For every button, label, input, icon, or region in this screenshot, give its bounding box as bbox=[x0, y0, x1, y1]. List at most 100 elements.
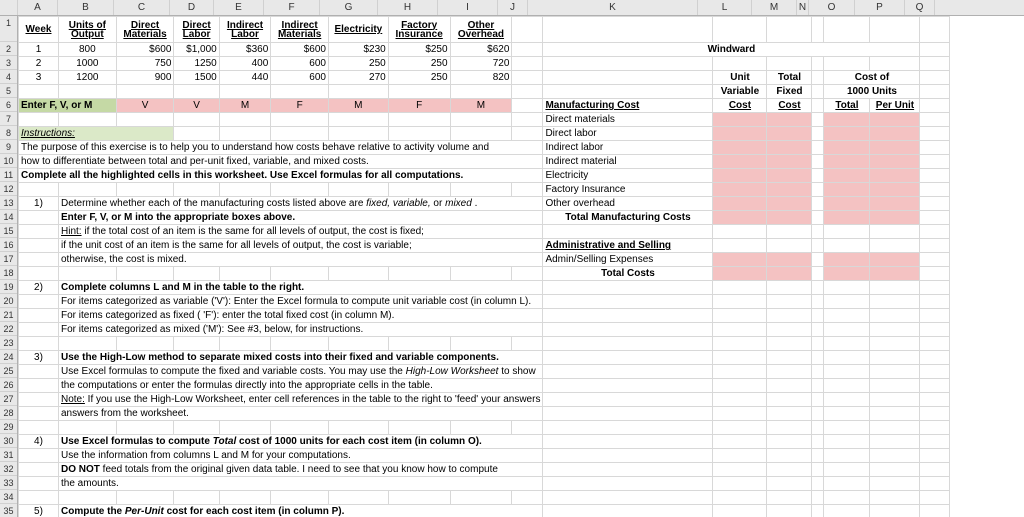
cell-J7[interactable] bbox=[512, 113, 543, 127]
cell-I7[interactable] bbox=[450, 113, 512, 127]
cell-A15[interactable] bbox=[19, 225, 59, 239]
cell-Q33[interactable] bbox=[920, 477, 950, 491]
cell-E7[interactable] bbox=[219, 113, 271, 127]
cell-A3[interactable]: 2 bbox=[19, 57, 59, 71]
row-header-3[interactable]: 3 bbox=[0, 56, 17, 70]
row-header-11[interactable]: 11 bbox=[0, 168, 17, 182]
col-header-L[interactable]: L bbox=[698, 0, 752, 15]
cell-L6[interactable]: Cost bbox=[713, 99, 767, 113]
cell-O12[interactable] bbox=[824, 183, 870, 197]
cell-L4[interactable]: Unit bbox=[713, 71, 767, 85]
cell-L3[interactable] bbox=[713, 57, 767, 71]
cell-K7[interactable]: Direct materials bbox=[543, 113, 713, 127]
cell-M9[interactable] bbox=[767, 141, 812, 155]
cell-Q3[interactable] bbox=[920, 57, 950, 71]
cell-J4[interactable] bbox=[512, 71, 543, 85]
cell-P11[interactable] bbox=[870, 169, 920, 183]
col-header-F[interactable]: F bbox=[264, 0, 320, 15]
cell-G1[interactable]: Electricity bbox=[328, 17, 388, 43]
cell-A22[interactable] bbox=[19, 323, 59, 337]
cell-K15[interactable] bbox=[543, 225, 713, 239]
cell-P10[interactable] bbox=[870, 155, 920, 169]
cell-Q10[interactable] bbox=[920, 155, 950, 169]
cell-O20[interactable] bbox=[824, 295, 870, 309]
cell-F8[interactable] bbox=[271, 127, 329, 141]
cell-A21[interactable] bbox=[19, 309, 59, 323]
cell-B23[interactable] bbox=[59, 337, 117, 351]
cell-M20[interactable] bbox=[767, 295, 812, 309]
cell-L30[interactable] bbox=[713, 435, 767, 449]
cell-A4[interactable]: 3 bbox=[19, 71, 59, 85]
cell-A16[interactable] bbox=[19, 239, 59, 253]
cell-B17[interactable]: otherwise, the cost is mixed. bbox=[59, 253, 543, 267]
cell-J18[interactable] bbox=[512, 267, 543, 281]
cell-D12[interactable] bbox=[174, 183, 219, 197]
cell-Q8[interactable] bbox=[920, 127, 950, 141]
cell-P15[interactable] bbox=[870, 225, 920, 239]
row-header-4[interactable]: 4 bbox=[0, 70, 17, 84]
cell-Q26[interactable] bbox=[920, 379, 950, 393]
cell-A33[interactable] bbox=[19, 477, 59, 491]
cell-M33[interactable] bbox=[767, 477, 812, 491]
cell-P16[interactable] bbox=[870, 239, 920, 253]
cell-P33[interactable] bbox=[870, 477, 920, 491]
row-header-1[interactable]: 1 bbox=[0, 16, 17, 42]
cell-P3[interactable] bbox=[870, 57, 920, 71]
row-header-15[interactable]: 15 bbox=[0, 224, 17, 238]
cell-G7[interactable] bbox=[328, 113, 388, 127]
cell-H4[interactable]: 250 bbox=[388, 71, 450, 85]
cell-E1[interactable]: IndirectLabor bbox=[219, 17, 271, 43]
cell-L15[interactable] bbox=[713, 225, 767, 239]
cell-P7[interactable] bbox=[870, 113, 920, 127]
cell-Q1[interactable] bbox=[920, 17, 950, 43]
cell-A2[interactable]: 1 bbox=[19, 43, 59, 57]
cell-O34[interactable] bbox=[824, 491, 870, 505]
cell-B29[interactable] bbox=[59, 421, 117, 435]
cell-M10[interactable] bbox=[767, 155, 812, 169]
cell-K29[interactable] bbox=[543, 421, 713, 435]
cell-A27[interactable] bbox=[19, 393, 59, 407]
cell-M34[interactable] bbox=[767, 491, 812, 505]
row-header-32[interactable]: 32 bbox=[0, 462, 17, 476]
row-header-17[interactable]: 17 bbox=[0, 252, 17, 266]
cell-M19[interactable] bbox=[767, 281, 812, 295]
cell-O26[interactable] bbox=[824, 379, 870, 393]
cell-Q20[interactable] bbox=[920, 295, 950, 309]
cell-K17[interactable]: Admin/Selling Expenses bbox=[543, 253, 713, 267]
cell-B15[interactable]: Hint: if the total cost of an item is th… bbox=[59, 225, 543, 239]
cell-N5[interactable] bbox=[812, 85, 824, 99]
cell-K30[interactable] bbox=[543, 435, 713, 449]
cell-A18[interactable] bbox=[19, 267, 59, 281]
cell-Q31[interactable] bbox=[920, 449, 950, 463]
row-header-27[interactable]: 27 bbox=[0, 392, 17, 406]
cell-B13[interactable]: Determine whether each of the manufactur… bbox=[59, 197, 543, 211]
cell-F7[interactable] bbox=[271, 113, 329, 127]
cell-I34[interactable] bbox=[450, 491, 512, 505]
cell-B5[interactable] bbox=[59, 85, 117, 99]
cell-L10[interactable] bbox=[713, 155, 767, 169]
cell-O7[interactable] bbox=[824, 113, 870, 127]
cell-H6[interactable]: F bbox=[388, 99, 450, 113]
cell-O17[interactable] bbox=[824, 253, 870, 267]
row-header-24[interactable]: 24 bbox=[0, 350, 17, 364]
cell-E6[interactable]: M bbox=[219, 99, 271, 113]
cell-O13[interactable] bbox=[824, 197, 870, 211]
cell-E12[interactable] bbox=[219, 183, 271, 197]
cell-I12[interactable] bbox=[450, 183, 512, 197]
cell-M8[interactable] bbox=[767, 127, 812, 141]
row-header-19[interactable]: 19 bbox=[0, 280, 17, 294]
cell-E3[interactable]: 400 bbox=[219, 57, 271, 71]
row-header-21[interactable]: 21 bbox=[0, 308, 17, 322]
cell-O25[interactable] bbox=[824, 365, 870, 379]
cell-M17[interactable] bbox=[767, 253, 812, 267]
cell-N19[interactable] bbox=[812, 281, 824, 295]
cell-F4[interactable]: 600 bbox=[271, 71, 329, 85]
cell-L22[interactable] bbox=[713, 323, 767, 337]
cell-P12[interactable] bbox=[870, 183, 920, 197]
cell-A35[interactable]: 5) bbox=[19, 505, 59, 517]
cell-K9[interactable]: Indirect labor bbox=[543, 141, 713, 155]
cell-N11[interactable] bbox=[812, 169, 824, 183]
cell-P30[interactable] bbox=[870, 435, 920, 449]
cell-C7[interactable] bbox=[116, 113, 174, 127]
cell-M15[interactable] bbox=[767, 225, 812, 239]
